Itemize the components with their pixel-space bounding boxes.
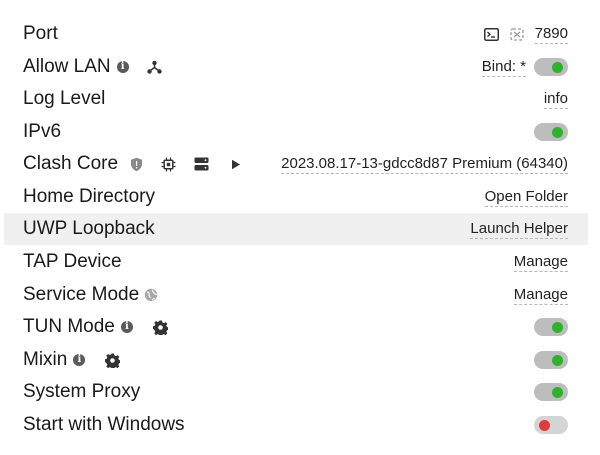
gear-icon[interactable] — [105, 353, 121, 368]
row-uwp-loopback: UWP Loopback Launch Helper — [4, 213, 588, 245]
info-icon[interactable]: i — [120, 321, 133, 333]
allow-lan-toggle[interactable] — [534, 58, 568, 76]
row-system-proxy: System Proxy — [4, 376, 588, 408]
settings-list: Port 7890 Allow LAN i Bind: * Log Level … — [0, 0, 600, 455]
row-tap-device: TAP Device Manage — [4, 246, 588, 278]
shuffle-icon[interactable] — [509, 27, 524, 41]
system-proxy-label: System Proxy — [23, 381, 141, 402]
uwp-loopback-label: UWP Loopback — [23, 218, 155, 239]
info-icon[interactable]: i — [116, 61, 129, 73]
start-with-windows-toggle[interactable] — [534, 416, 568, 434]
row-port: Port 7890 — [4, 18, 588, 50]
server-icon[interactable] — [194, 157, 209, 171]
toggle-knob — [552, 62, 563, 73]
ipv6-label: IPv6 — [23, 121, 62, 142]
row-service-mode: Service Mode Manage — [4, 279, 588, 311]
row-mixin: Mixin i — [4, 344, 588, 376]
clash-core-label: Clash Core — [23, 153, 119, 174]
network-icon[interactable] — [146, 60, 162, 74]
home-directory-label: Home Directory — [23, 186, 155, 207]
globe-icon — [144, 288, 158, 302]
toggle-knob — [552, 355, 563, 366]
mixin-toggle[interactable] — [534, 351, 568, 369]
launch-helper-link[interactable]: Launch Helper — [470, 220, 568, 239]
service-mode-manage-link[interactable]: Manage — [513, 286, 568, 305]
tap-device-manage-link[interactable]: Manage — [513, 253, 568, 272]
row-start-with-windows: Start with Windows — [4, 409, 588, 441]
open-folder-link[interactable]: Open Folder — [484, 188, 568, 207]
mixin-label: Mixin — [23, 349, 68, 370]
row-allow-lan: Allow LAN i Bind: * — [4, 51, 588, 83]
row-home-directory: Home Directory Open Folder — [4, 181, 588, 213]
toggle-knob — [552, 322, 563, 333]
system-proxy-toggle[interactable] — [534, 383, 568, 401]
terminal-icon[interactable] — [483, 27, 499, 41]
toggle-knob — [539, 420, 550, 431]
service-mode-label: Service Mode — [23, 284, 140, 305]
clash-core-version[interactable]: 2023.08.17-13-gdcc8d87 Premium (64340) — [281, 155, 568, 174]
info-icon[interactable]: i — [73, 354, 86, 366]
port-value[interactable]: 7890 — [534, 25, 568, 44]
toggle-knob — [552, 387, 563, 398]
row-log-level: Log Level info — [4, 83, 588, 115]
log-level-value[interactable]: info — [543, 90, 568, 109]
tap-device-label: TAP Device — [23, 251, 122, 272]
allow-lan-label: Allow LAN — [23, 56, 111, 77]
tun-mode-toggle[interactable] — [534, 318, 568, 336]
shield-icon[interactable] — [130, 157, 143, 172]
port-label: Port — [23, 23, 58, 44]
row-ipv6: IPv6 — [4, 116, 588, 148]
row-clash-core: Clash Core 2023.08.17-13-gdcc8d87 Premiu… — [4, 148, 588, 180]
start-with-windows-label: Start with Windows — [23, 414, 185, 435]
row-tun-mode: TUN Mode i — [4, 311, 588, 343]
log-level-label: Log Level — [23, 88, 106, 109]
ipv6-toggle[interactable] — [534, 123, 568, 141]
gear-icon[interactable] — [152, 320, 168, 335]
bind-address[interactable]: Bind: * — [481, 58, 526, 77]
tun-mode-label: TUN Mode — [23, 316, 115, 337]
cpu-icon[interactable] — [161, 157, 176, 172]
play-icon[interactable] — [231, 159, 241, 170]
toggle-knob — [552, 127, 563, 138]
